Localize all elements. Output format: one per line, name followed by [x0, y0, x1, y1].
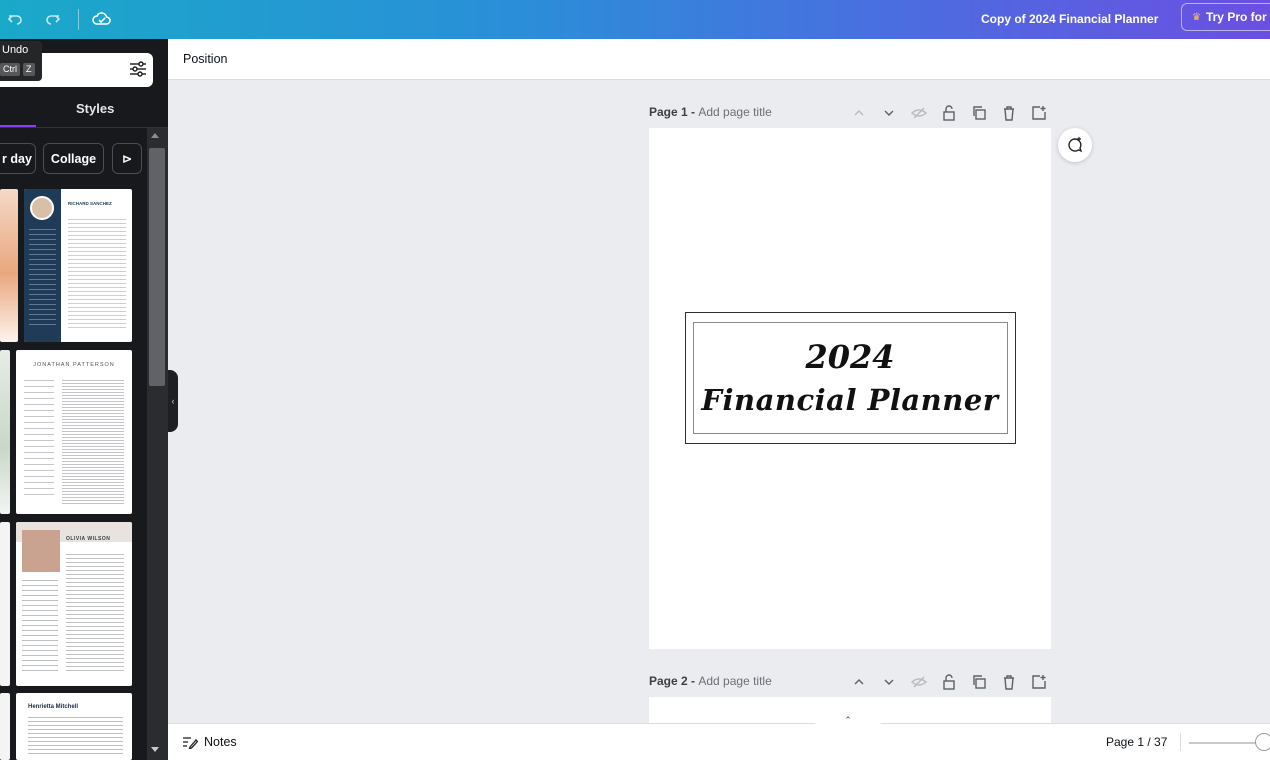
undo-icon[interactable] — [2, 6, 28, 32]
template-thumb-olivia-wilson[interactable]: OLIVIA WILSON — [16, 522, 132, 686]
duplicate-icon[interactable] — [971, 674, 987, 690]
bottom-bar: Notes Page 1 / 37 — [168, 723, 1270, 760]
template-thumb-jonathan-patterson[interactable]: JONATHAN PATTERSON — [16, 350, 132, 514]
panel-scroll-thumb[interactable] — [149, 148, 165, 386]
bottom-divider — [1180, 733, 1181, 751]
redo-icon[interactable] — [40, 6, 66, 32]
add-page-title[interactable]: Add page title — [698, 674, 771, 688]
cloud-check-icon[interactable] — [89, 6, 115, 32]
chip-next-arrow[interactable]: ⊳ — [112, 143, 142, 174]
template-name: Henrietta Mitchell — [28, 704, 79, 710]
position-button[interactable]: Position — [183, 52, 227, 66]
tab-styles[interactable]: Styles — [76, 101, 114, 116]
kbd-z: Z — [23, 63, 35, 76]
trash-icon[interactable] — [1001, 674, 1017, 690]
collapse-panel-button[interactable]: ‹ — [168, 370, 178, 432]
document-title[interactable]: Copy of 2024 Financial Planner — [981, 12, 1158, 26]
comment-plus-icon — [1068, 137, 1083, 153]
scroll-up-arrow[interactable] — [151, 133, 159, 138]
planner-title-text[interactable]: Financial Planner — [649, 383, 1051, 417]
template-name: JONATHAN PATTERSON — [33, 362, 115, 368]
planner-year-text[interactable]: 2024 — [649, 338, 1051, 376]
page-1-header: Page 1 - Add page title — [649, 105, 772, 123]
duplicate-icon[interactable] — [971, 105, 987, 121]
page-separator: - — [687, 674, 699, 688]
chevron-down-icon[interactable] — [881, 674, 897, 690]
undo-tooltip: Undo Ctrl Z — [0, 41, 42, 81]
try-pro-label: Try Pro for — [1205, 10, 1267, 24]
page-label: Page 2 — [649, 674, 688, 688]
page-count[interactable]: Page 1 / 37 — [1106, 735, 1167, 749]
hide-eye-icon[interactable] — [910, 674, 928, 690]
notes-icon — [183, 737, 198, 749]
template-name: OLIVIA WILSON — [66, 536, 111, 542]
tab-divider — [0, 127, 168, 128]
template-thumb-henrietta-mitchell[interactable]: Henrietta Mitchell — [16, 693, 132, 760]
add-comment-button[interactable] — [1058, 128, 1092, 162]
template-thumb-partial-2[interactable] — [0, 350, 10, 514]
context-toolbar: Position — [168, 39, 1270, 80]
add-page-icon[interactable] — [1031, 105, 1047, 121]
hide-eye-icon[interactable] — [910, 105, 928, 121]
add-page-icon[interactable] — [1031, 674, 1047, 690]
chevron-up-icon[interactable] — [851, 105, 867, 121]
scroll-down-arrow[interactable] — [151, 747, 159, 752]
template-thumb-partial-3[interactable] — [0, 522, 10, 686]
trash-icon[interactable] — [1001, 105, 1017, 121]
lock-icon[interactable] — [941, 105, 957, 121]
chip-collage[interactable]: Collage — [43, 143, 104, 174]
expand-pages-button[interactable]: ⌃ — [815, 714, 881, 726]
notes-label: Notes — [204, 735, 237, 749]
page-label: Page 1 — [649, 105, 688, 119]
add-page-title[interactable]: Add page title — [698, 105, 771, 119]
toolbar-divider — [78, 9, 79, 30]
kbd-ctrl: Ctrl — [0, 63, 20, 76]
chevron-down-icon[interactable] — [881, 105, 897, 121]
tooltip-label: Undo — [2, 44, 29, 56]
crown-icon: ♛ — [1192, 11, 1201, 23]
lock-icon[interactable] — [941, 674, 957, 690]
templates-panel: Styles r day Collage ⊳ RICHARD SANCHEZ J… — [0, 39, 168, 760]
zoom-slider-knob[interactable] — [1255, 733, 1270, 751]
try-pro-button[interactable]: ♛ Try Pro for — [1181, 3, 1270, 31]
template-name: RICHARD SANCHEZ — [68, 201, 112, 206]
page-2-header: Page 2 - Add page title — [649, 674, 772, 692]
notes-button[interactable]: Notes — [182, 735, 237, 749]
template-thumb-partial-4[interactable] — [0, 693, 10, 760]
template-thumb-partial-1[interactable] — [0, 189, 18, 342]
template-thumb-richard-sanchez[interactable]: RICHARD SANCHEZ — [24, 189, 132, 342]
page-separator: - — [687, 105, 699, 119]
top-bar: Copy of 2024 Financial Planner ♛ Try Pro… — [0, 0, 1270, 39]
filter-icon[interactable] — [128, 59, 148, 79]
page-1-canvas[interactable]: 2024 Financial Planner — [649, 128, 1051, 649]
chip-birthday[interactable]: r day — [0, 143, 36, 174]
chevron-up-icon[interactable] — [851, 674, 867, 690]
